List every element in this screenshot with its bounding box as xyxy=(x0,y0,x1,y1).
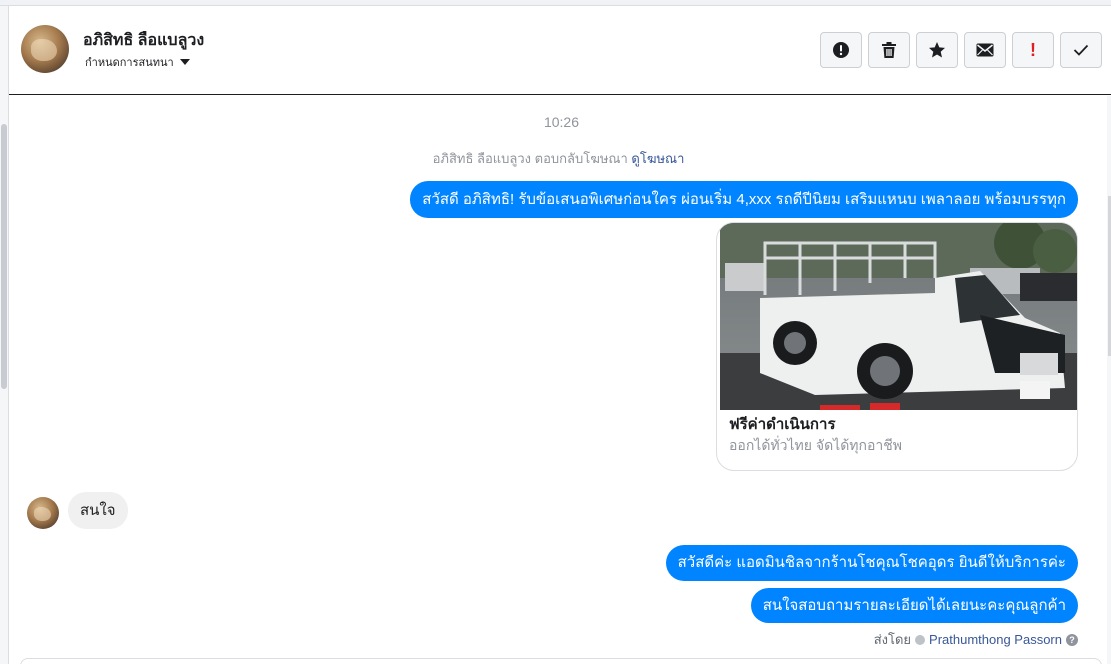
contact-avatar[interactable] xyxy=(21,25,69,73)
page-icon xyxy=(915,634,926,645)
conversation-header: อภิสิทธิ ลือแบลูวง กำหนดการสนทนา ! xyxy=(9,6,1111,95)
ad-card[interactable]: ฟรีค่าดำเนินการ ออกได้ทั่วไทย จัดได้ทุกอ… xyxy=(716,222,1078,471)
mark-done-button[interactable] xyxy=(1060,32,1102,68)
contact-name[interactable]: อภิสิทธิ ลือแบลูวง xyxy=(83,28,204,53)
trash-icon xyxy=(882,42,896,58)
ad-reply-notice: อภิสิทธิ ลือแบลูวง ตอบกลับโฆษณา ดูโฆษณา xyxy=(0,148,1111,169)
right-panel-edge xyxy=(1107,96,1111,664)
ad-card-title: ฟรีค่าดำเนินการ xyxy=(729,416,836,433)
sent-by-label: ส่งโดย xyxy=(873,632,912,647)
important-icon: ! xyxy=(1030,40,1036,60)
sender-name[interactable]: Prathumthong Passorn xyxy=(929,632,1062,647)
ad-card-subtitle: ออกได้ทั่วไทย จัดได้ทุกอาชีพ xyxy=(729,437,903,453)
ad-reply-text: อภิสิทธิ ลือแบลูวง ตอบกลับโฆษณา xyxy=(432,151,628,166)
important-button[interactable]: ! xyxy=(1012,32,1054,68)
checkmark-icon xyxy=(1073,44,1089,56)
caret-down-icon xyxy=(179,59,190,65)
outgoing-message[interactable]: สวัสดี อภิสิทธิ! รับข้อเสนอพิเศษก่อนใคร … xyxy=(410,181,1078,218)
report-icon xyxy=(833,42,849,58)
left-panel-edge xyxy=(0,6,9,664)
star-button[interactable] xyxy=(916,32,958,68)
view-ad-link[interactable]: ดูโฆษณา xyxy=(631,151,684,166)
mark-unread-button[interactable] xyxy=(964,32,1006,68)
ad-card-image[interactable] xyxy=(720,223,1077,410)
outgoing-message[interactable]: สวัสดีค่ะ แอดมินชิลจากร้านโชคุณโชคอุดร ย… xyxy=(665,545,1078,581)
incoming-message[interactable]: สนใจ xyxy=(68,492,128,529)
header-actions: ! xyxy=(820,32,1102,68)
mail-icon xyxy=(976,43,994,57)
conversation-settings-dropdown[interactable]: กำหนดการสนทนา xyxy=(85,53,190,71)
outgoing-message[interactable]: สนใจสอบถามรายละเอียดได้เลยนะคะคุณลูกค้า xyxy=(750,588,1078,623)
message-composer[interactable] xyxy=(20,658,1102,664)
delete-button[interactable] xyxy=(868,32,910,68)
help-icon[interactable]: ? xyxy=(1066,633,1078,646)
sent-by-line: ส่งโดย Prathumthong Passorn ? xyxy=(874,629,1078,650)
report-button[interactable] xyxy=(820,32,862,68)
star-icon xyxy=(929,42,945,58)
message-timestamp: 10:26 xyxy=(543,114,580,130)
conversation-settings-label: กำหนดการสนทนา xyxy=(85,57,174,69)
contact-avatar-small[interactable] xyxy=(27,497,59,529)
pickup-truck-image xyxy=(720,223,1077,410)
